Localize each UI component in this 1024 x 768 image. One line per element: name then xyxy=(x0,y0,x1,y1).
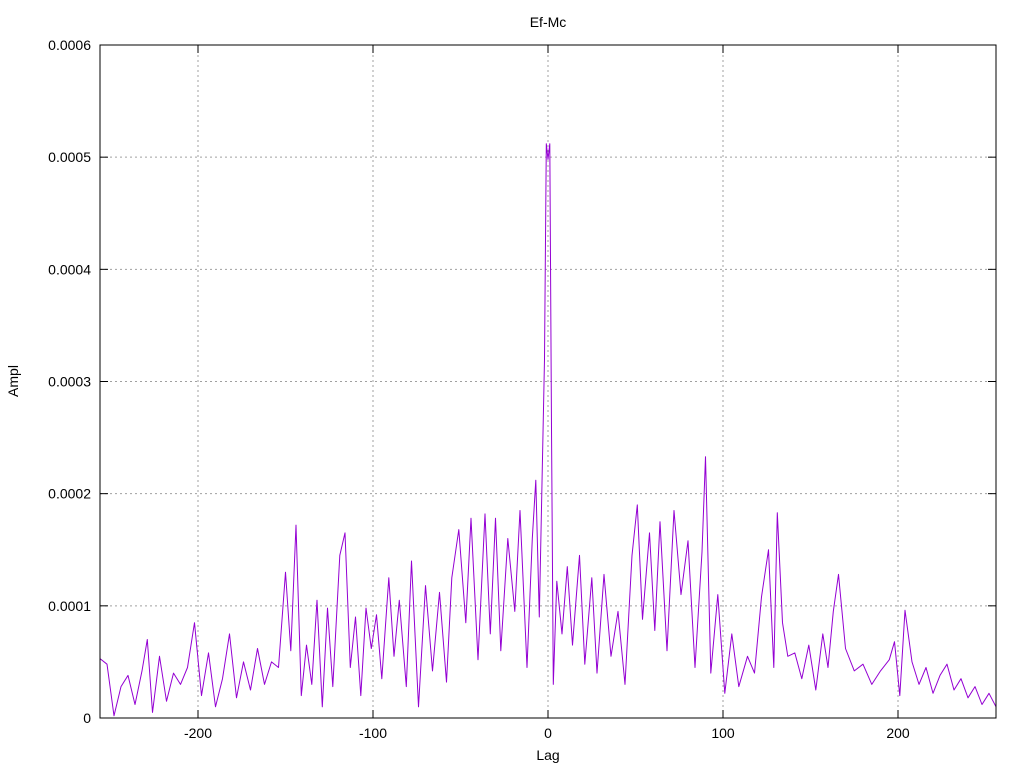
chart-title: Ef-Mc xyxy=(530,14,567,30)
x-tick-label: 0 xyxy=(544,725,552,741)
y-tick-label: 0.0006 xyxy=(48,37,91,53)
x-tick-label: 100 xyxy=(711,725,735,741)
y-tick-label: 0.0001 xyxy=(48,598,91,614)
y-tick-label: 0.0002 xyxy=(48,486,91,502)
y-axis-title: Ampl xyxy=(5,365,21,397)
x-tick-label: 200 xyxy=(886,725,910,741)
x-tick-label: -100 xyxy=(359,725,387,741)
chart-background xyxy=(0,0,1024,768)
y-tick-label: 0 xyxy=(83,710,91,726)
y-tick-label: 0.0004 xyxy=(48,261,91,277)
y-tick-label: 0.0005 xyxy=(48,149,91,165)
x-axis-title: Lag xyxy=(536,747,559,763)
chart: 0 0.0001 0.0002 0.0003 0.0004 0.0005 0.0006 -20… xyxy=(0,0,1024,768)
x-tick-label: -200 xyxy=(184,725,212,741)
y-tick-label: 0.0003 xyxy=(48,374,91,390)
